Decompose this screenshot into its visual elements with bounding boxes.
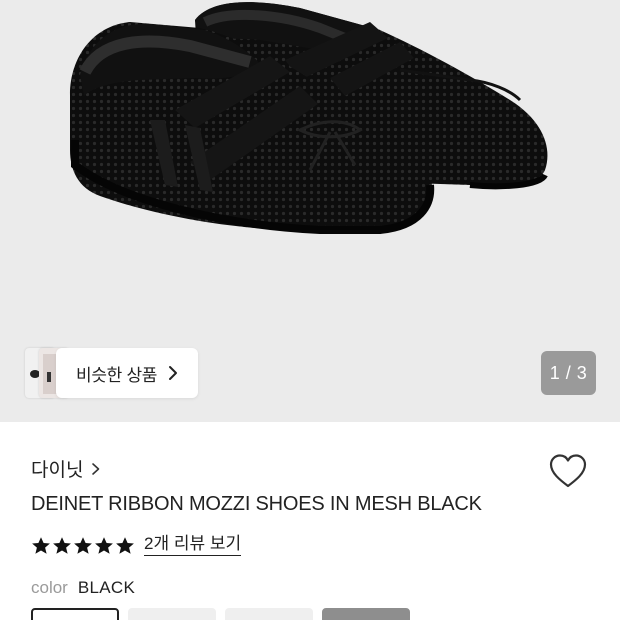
color-label: color (31, 578, 68, 597)
color-swatch[interactable] (128, 608, 216, 620)
chevron-right-icon (169, 366, 178, 380)
product-image-gallery[interactable]: 비슷한 상품 1 / 3 (0, 0, 620, 422)
similar-products-button[interactable]: 비슷한 상품 (56, 348, 198, 398)
product-info: 다이닛 DEINET RIBBON MOZZI SHOES IN MESH BL… (0, 422, 620, 620)
similar-products-chip[interactable]: 비슷한 상품 (25, 348, 198, 398)
image-page-counter: 1 / 3 (541, 351, 596, 395)
color-value: BLACK (77, 578, 136, 597)
product-photo (70, 2, 548, 234)
product-page: 비슷한 상품 1 / 3 다이닛 DEINET RIBBON MOZZI SHO… (0, 0, 620, 620)
color-swatch[interactable] (31, 608, 119, 620)
star-filled-icon (116, 536, 134, 554)
star-filled-icon (32, 536, 50, 554)
color-swatches (31, 608, 410, 620)
star-filled-icon (74, 536, 92, 554)
heart-outline-icon[interactable] (548, 452, 588, 490)
star-filled-icon (95, 536, 113, 554)
similar-products-label: 비슷한 상품 (76, 365, 158, 385)
brand-link[interactable]: 다이닛 (31, 455, 101, 482)
product-title: DEINET RIBBON MOZZI SHOES IN MESH BLACK (31, 493, 482, 515)
color-swatch[interactable] (322, 608, 410, 620)
color-swatch[interactable] (225, 608, 313, 620)
brand-name: 다이닛 (31, 460, 84, 481)
rating-row: 2개 리뷰 보기 (31, 534, 242, 556)
rating-stars (31, 536, 135, 555)
review-link[interactable]: 2개 리뷰 보기 (144, 534, 242, 556)
chevron-right-icon (92, 462, 100, 475)
color-row: color BLACK (31, 578, 135, 598)
star-filled-icon (53, 536, 71, 554)
